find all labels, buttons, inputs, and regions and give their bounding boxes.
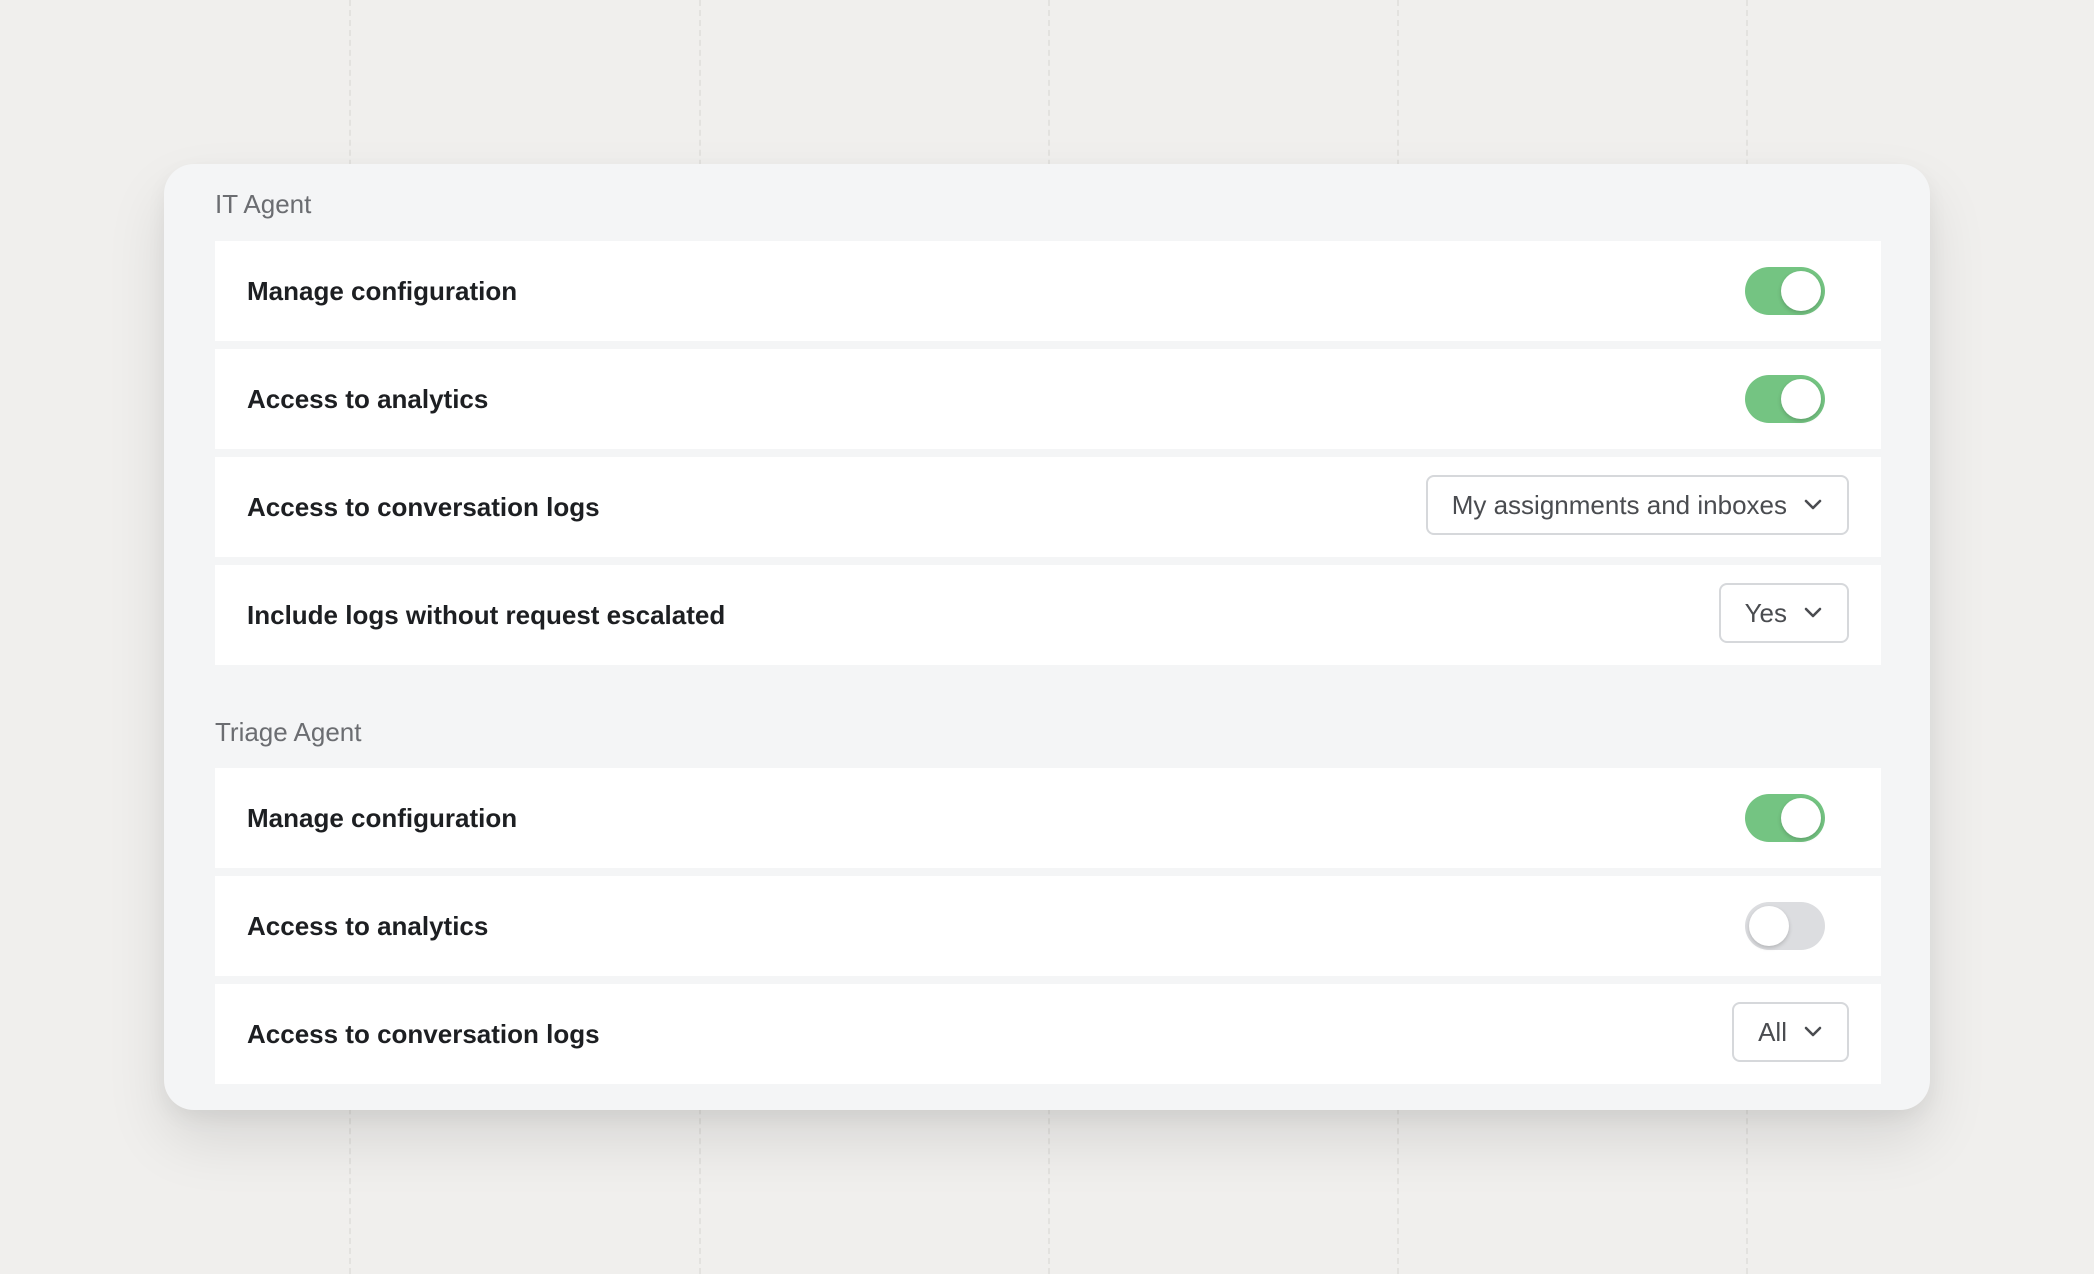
access-to-analytics-toggle[interactable] bbox=[1745, 902, 1825, 950]
row-label: Access to conversation logs bbox=[247, 492, 600, 522]
row-label: Manage configuration bbox=[247, 276, 518, 306]
row-label: Access to conversation logs bbox=[247, 1019, 600, 1049]
toggle-knob bbox=[1781, 379, 1821, 419]
row-triage-manage-configuration: Manage configuration bbox=[215, 768, 1881, 868]
row-it-manage-configuration: Manage configuration bbox=[215, 241, 1881, 341]
toggle-knob bbox=[1781, 798, 1821, 838]
conversation-logs-dropdown[interactable]: My assignments and inboxes bbox=[1425, 475, 1849, 535]
section-title-triage-agent: Triage Agent bbox=[215, 717, 362, 747]
row-label: Access to analytics bbox=[247, 384, 489, 414]
manage-configuration-toggle[interactable] bbox=[1745, 794, 1825, 842]
toggle-knob bbox=[1781, 271, 1821, 311]
row-it-access-to-conversation-logs: Access to conversation logs My assignmen… bbox=[215, 457, 1881, 557]
row-label: Include logs without request escalated bbox=[247, 600, 726, 630]
include-logs-dropdown[interactable]: Yes bbox=[1718, 583, 1849, 643]
row-label: Manage configuration bbox=[247, 803, 518, 833]
manage-configuration-toggle[interactable] bbox=[1745, 267, 1825, 315]
row-triage-access-to-conversation-logs: Access to conversation logs All bbox=[215, 984, 1881, 1084]
conversation-logs-dropdown[interactable]: All bbox=[1732, 1002, 1849, 1062]
chevron-down-icon bbox=[1803, 495, 1823, 515]
row-it-access-to-analytics: Access to analytics bbox=[215, 349, 1881, 449]
permissions-card: IT Agent Manage configuration Access to … bbox=[164, 164, 1930, 1110]
chevron-down-icon bbox=[1803, 603, 1823, 623]
row-it-include-logs-without-request-escalated: Include logs without request escalated Y… bbox=[215, 565, 1881, 665]
dropdown-value: Yes bbox=[1744, 598, 1787, 628]
row-label: Access to analytics bbox=[247, 911, 489, 941]
toggle-knob bbox=[1749, 906, 1789, 946]
section-title-it-agent: IT Agent bbox=[215, 189, 312, 219]
access-to-analytics-toggle[interactable] bbox=[1745, 375, 1825, 423]
dropdown-value: My assignments and inboxes bbox=[1451, 490, 1787, 520]
row-triage-access-to-analytics: Access to analytics bbox=[215, 876, 1881, 976]
chevron-down-icon bbox=[1803, 1022, 1823, 1042]
dropdown-value: All bbox=[1758, 1017, 1787, 1047]
